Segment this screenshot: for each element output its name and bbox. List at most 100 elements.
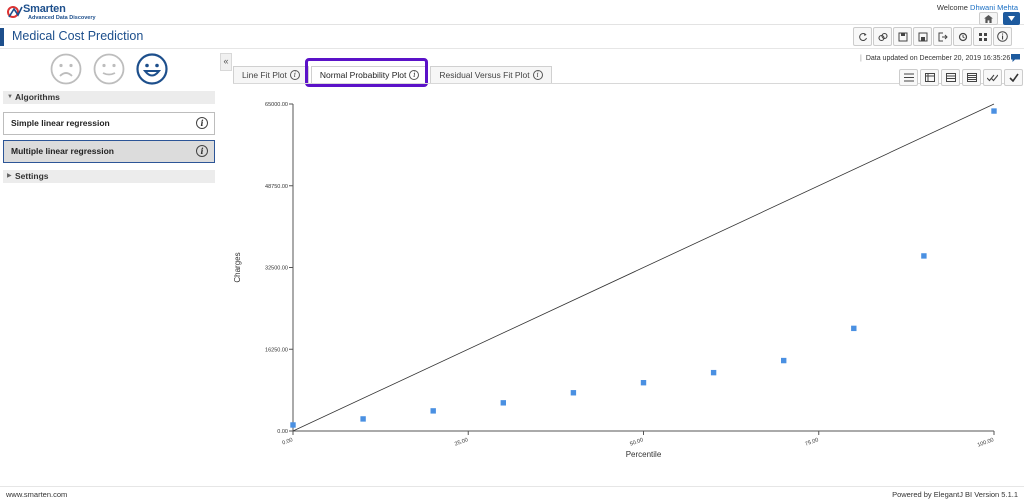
top-bar: Smarten Advanced Data Discovery Welcome … <box>0 0 1024 25</box>
main-toolbar <box>853 27 1012 47</box>
home-button[interactable] <box>979 12 998 25</box>
data-point[interactable] <box>781 357 787 364</box>
info-button[interactable] <box>993 27 1012 46</box>
data-point[interactable] <box>360 416 366 422</box>
x-tick-label: 100.00 <box>977 437 995 448</box>
user-name[interactable]: Dhwani Mehta <box>970 3 1018 12</box>
data-point[interactable] <box>851 325 857 332</box>
tab-label: Residual Versus Fit Plot <box>439 70 530 80</box>
info-icon[interactable]: i <box>196 145 208 157</box>
caret-right-icon: ▶ <box>7 173 12 179</box>
feedback-faces <box>50 53 170 86</box>
data-point[interactable] <box>710 369 717 376</box>
algorithm-multiple-linear-regression[interactable]: Multiple linear regression i <box>3 140 215 163</box>
algorithm-label: Multiple linear regression <box>11 146 114 156</box>
welcome-message: Welcome Dhwani Mehta <box>937 3 1018 12</box>
algorithms-section-header[interactable]: ▼ Algorithms <box>3 91 215 104</box>
data-point[interactable] <box>640 380 647 386</box>
chart-axes: 0.00 16250.00 32500.00 48750.00 65000.00 0.00… <box>265 102 995 449</box>
check-icon <box>1008 73 1019 82</box>
data-point[interactable] <box>290 422 296 428</box>
footer: www.smarten.com Powered by ElegantJ BI V… <box>0 486 1024 502</box>
tab-label: Line Fit Plot <box>242 70 287 80</box>
algorithms-label: Algorithms <box>15 92 60 102</box>
table-icon <box>945 73 956 82</box>
data-point[interactable] <box>991 108 997 114</box>
layout-icon <box>978 32 987 41</box>
x-axis-label: Percentile <box>626 450 662 459</box>
data-point[interactable] <box>570 390 577 396</box>
y-tick-label: 65000.00 <box>265 102 288 108</box>
x-tick-label: 0.00 <box>282 437 294 446</box>
export-icon <box>938 32 948 41</box>
check-all-button[interactable] <box>983 69 1002 86</box>
link-icon <box>877 32 888 41</box>
sad-face-icon[interactable] <box>50 53 82 85</box>
table-view-button[interactable] <box>941 69 960 86</box>
home-icon <box>984 14 993 23</box>
normal-probability-chart: 0.00 16250.00 32500.00 48750.00 65000.00 0.00… <box>233 102 997 459</box>
tab-residual-versus-fit-plot[interactable]: Residual Versus Fit Plot i <box>430 66 552 83</box>
footer-website[interactable]: www.smarten.com <box>6 490 67 499</box>
data-point[interactable] <box>500 400 506 406</box>
title-accent <box>0 28 4 46</box>
data-updated-status: | Data updated on December 20, 2019 16:35… <box>860 55 1010 62</box>
x-tick-label: 75.00 <box>804 437 819 447</box>
y-tick-label: 48750.00 <box>265 184 288 190</box>
layout-button[interactable] <box>973 27 992 46</box>
happy-face-icon[interactable] <box>136 53 168 85</box>
caret-down-icon: ▼ <box>7 94 13 100</box>
comment-icon[interactable] <box>1011 54 1020 62</box>
info-icon[interactable]: i <box>532 70 543 80</box>
publish-button[interactable] <box>953 27 972 46</box>
grid-icon <box>966 73 977 82</box>
tab-line-fit-plot[interactable]: Line Fit Plot i <box>233 66 309 83</box>
page-title: Medical Cost Prediction <box>12 29 144 43</box>
footer-version: Powered by ElegantJ BI Version 5.1.1 <box>892 490 1018 499</box>
export-button[interactable] <box>933 27 952 46</box>
save-as-icon <box>918 32 927 41</box>
logo-subtitle: Advanced Data Discovery <box>28 15 96 21</box>
settings-section-header[interactable]: ▶ Settings <box>3 170 215 183</box>
algorithm-simple-linear-regression[interactable]: Simple linear regression i <box>3 112 215 135</box>
neutral-face-icon[interactable] <box>93 53 125 85</box>
grid-view-button[interactable] <box>962 69 981 86</box>
save-button[interactable] <box>893 27 912 46</box>
pivot-icon <box>924 73 935 82</box>
algorithm-label: Simple linear regression <box>11 118 110 128</box>
y-tick-label: 0.00 <box>277 429 288 435</box>
chart-toolbar <box>899 69 1023 86</box>
smarten-logo[interactable]: Smarten Advanced Data Discovery <box>6 3 116 23</box>
link-button[interactable] <box>873 27 892 46</box>
y-axis-label: Charges <box>233 252 242 282</box>
double-check-icon <box>987 74 998 82</box>
double-chevron-left-icon: « <box>223 56 229 66</box>
welcome-text: Welcome <box>936 3 968 12</box>
data-point[interactable] <box>921 253 927 259</box>
y-tick-label: 32500.00 <box>265 266 288 272</box>
data-points <box>290 108 997 428</box>
data-point[interactable] <box>430 408 436 414</box>
user-menu-button[interactable] <box>1003 12 1020 25</box>
list-icon <box>903 73 914 82</box>
settings-label: Settings <box>15 171 49 181</box>
save-as-button[interactable] <box>913 27 932 46</box>
publish-icon <box>958 32 967 41</box>
apply-button[interactable] <box>1004 69 1023 86</box>
status-separator: | <box>860 55 862 62</box>
title-bar: Medical Cost Prediction <box>0 25 1024 49</box>
caret-down-icon <box>1008 16 1015 21</box>
collapse-sidebar-button[interactable]: « <box>220 53 232 71</box>
info-icon[interactable]: i <box>289 70 300 80</box>
info-icon <box>997 31 1008 42</box>
pivot-button[interactable] <box>920 69 939 86</box>
x-tick-label: 50.00 <box>629 437 644 447</box>
data-updated-text: Data updated on December 20, 2019 16:35:… <box>865 55 1011 62</box>
list-view-button[interactable] <box>899 69 918 86</box>
refresh-icon <box>858 32 867 41</box>
info-icon[interactable]: i <box>196 117 208 129</box>
y-tick-label: 16250.00 <box>265 347 288 353</box>
refresh-button[interactable] <box>853 27 872 46</box>
sidebar: ▼ Algorithms Simple linear regression i … <box>0 50 218 488</box>
x-tick-label: 25.00 <box>454 437 469 447</box>
